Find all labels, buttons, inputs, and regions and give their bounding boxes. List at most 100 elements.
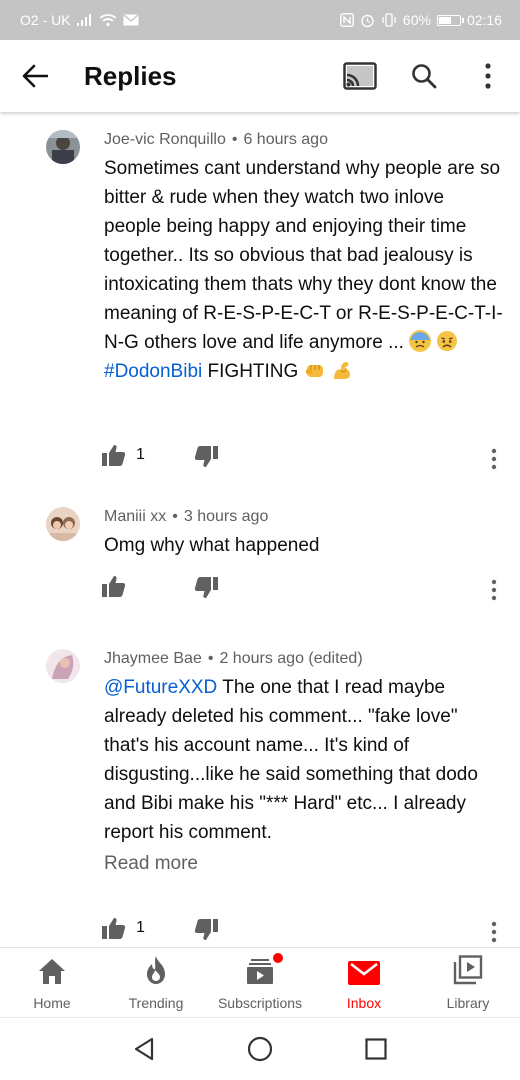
status-right: 60% 02:16 bbox=[340, 12, 502, 28]
system-home-button[interactable] bbox=[240, 1029, 280, 1069]
comment-time: 6 hours ago bbox=[243, 131, 328, 148]
system-recents-button[interactable] bbox=[356, 1029, 396, 1069]
avatar[interactable] bbox=[46, 130, 80, 164]
meta-separator: • bbox=[207, 650, 214, 667]
comment-text: Sometimes cant understand why people are… bbox=[104, 154, 504, 386]
comment-more-button[interactable] bbox=[484, 575, 504, 605]
vibrate-icon bbox=[382, 13, 396, 27]
clock: 02:16 bbox=[466, 12, 502, 28]
comment-body: Joe-vic Ronquillo • 6 hours ago Sometimes … bbox=[104, 128, 504, 386]
comment-body: Jhaymee Bae • 2 hours ago (edited) @Future… bbox=[104, 647, 504, 878]
like-button[interactable]: 1 bbox=[102, 444, 145, 466]
trending-flame-icon bbox=[147, 955, 165, 984]
back-arrow-icon bbox=[22, 64, 48, 88]
avatar-image bbox=[46, 130, 80, 164]
nav-inbox[interactable]: Inbox bbox=[312, 948, 416, 1017]
comment-body: Maniii xx • 3 hours ago Omg why what happe… bbox=[104, 505, 504, 560]
mail-notification-icon bbox=[123, 14, 139, 26]
subscriptions-icon bbox=[247, 958, 273, 984]
flexed-biceps-emoji bbox=[331, 359, 353, 381]
avatar-image bbox=[46, 507, 80, 541]
thumbs-down-icon bbox=[194, 919, 218, 940]
read-more-link[interactable]: Read more bbox=[104, 849, 504, 878]
nav-label: Trending bbox=[128, 994, 184, 1011]
avatar[interactable] bbox=[46, 507, 80, 541]
search-button[interactable] bbox=[392, 40, 456, 112]
comment-more-button[interactable] bbox=[484, 444, 504, 474]
back-button[interactable] bbox=[0, 40, 70, 112]
thumbs-down-icon bbox=[194, 446, 218, 467]
like-count: 1 bbox=[136, 446, 145, 463]
status-left: O2 - UK bbox=[20, 12, 139, 28]
inbox-mail-icon bbox=[348, 960, 380, 985]
wifi-icon bbox=[99, 13, 117, 26]
nav-icon-wrap bbox=[348, 955, 380, 985]
comment-text: @FutureXXD The one that I read maybe alr… bbox=[104, 673, 504, 847]
nav-trending[interactable]: Trending bbox=[104, 948, 208, 1017]
status-bar: O2 - UK 60% 02:16 bbox=[0, 0, 520, 40]
nav-label: Subscriptions bbox=[217, 994, 303, 1011]
comment-author[interactable]: Jhaymee Bae bbox=[104, 650, 202, 667]
nfc-icon bbox=[340, 13, 354, 27]
notification-dot bbox=[273, 952, 283, 963]
replies-list[interactable]: Joe-vic Ronquillo • 6 hours ago Sometimes … bbox=[0, 112, 520, 947]
more-vert-icon bbox=[491, 579, 497, 601]
battery-percent: 60% bbox=[402, 12, 431, 28]
system-back-button[interactable] bbox=[124, 1029, 164, 1069]
comment-time: 3 hours ago bbox=[183, 508, 269, 525]
alarm-icon bbox=[361, 14, 374, 27]
nav-library[interactable]: Library bbox=[416, 948, 520, 1017]
mention-link[interactable]: @FutureXXD bbox=[104, 677, 217, 698]
nav-label: Inbox bbox=[346, 994, 382, 1011]
nav-icon-wrap bbox=[37, 955, 67, 985]
comment-text-part: Sometimes cant understand why people are… bbox=[104, 158, 503, 353]
comment-actions bbox=[100, 575, 520, 605]
cold-sweat-face-emoji bbox=[409, 330, 432, 352]
carrier-label: O2 - UK bbox=[20, 12, 71, 28]
comment-actions: 1 bbox=[100, 917, 520, 947]
comment-more-button[interactable] bbox=[484, 917, 504, 947]
thumbs-up-icon bbox=[102, 576, 126, 597]
cast-icon bbox=[343, 62, 377, 90]
nav-subscriptions[interactable]: Subscriptions bbox=[208, 948, 312, 1017]
hashtag-link[interactable]: #DodonBibi bbox=[104, 361, 202, 382]
thumbs-down-icon bbox=[194, 577, 218, 598]
nav-home[interactable]: Home bbox=[0, 948, 104, 1017]
more-vert-icon bbox=[485, 63, 491, 89]
search-icon bbox=[412, 64, 437, 89]
bottom-nav: Home Trending Subscriptions Inbox Librar… bbox=[0, 947, 520, 1017]
page-title: Replies bbox=[84, 60, 177, 91]
nav-label: Home bbox=[33, 994, 71, 1011]
nav-label: Library bbox=[446, 994, 490, 1011]
like-button[interactable]: 1 bbox=[102, 917, 145, 939]
avatar-image bbox=[46, 649, 80, 683]
back-triangle-icon bbox=[134, 1037, 154, 1061]
signal-icon bbox=[76, 14, 91, 26]
sad-face-emoji bbox=[436, 330, 458, 352]
comment-meta: Joe-vic Ronquillo • 6 hours ago bbox=[104, 128, 504, 152]
nav-icon-wrap bbox=[453, 954, 483, 985]
like-count: 1 bbox=[136, 919, 145, 936]
home-circle-icon bbox=[247, 1036, 273, 1062]
library-icon bbox=[453, 954, 483, 984]
comment-text-part: The one that I read maybe already delete… bbox=[104, 677, 478, 843]
dislike-button[interactable] bbox=[194, 919, 218, 946]
meta-separator: • bbox=[172, 508, 178, 525]
app-bar-actions bbox=[328, 40, 520, 112]
recents-square-icon bbox=[365, 1038, 387, 1060]
fist-emoji bbox=[304, 359, 326, 381]
nav-icon-wrap bbox=[144, 955, 168, 985]
like-button[interactable] bbox=[102, 575, 136, 597]
battery-icon bbox=[436, 14, 464, 26]
meta-separator: • bbox=[231, 131, 238, 148]
cast-button[interactable] bbox=[328, 40, 392, 112]
dislike-button[interactable] bbox=[194, 577, 218, 604]
comment-text: Omg why what happened bbox=[104, 535, 320, 556]
more-options-button[interactable] bbox=[456, 40, 520, 112]
comment-time: 2 hours ago (edited) bbox=[219, 650, 363, 667]
comment-author[interactable]: Maniii xx bbox=[104, 508, 166, 525]
dislike-button[interactable] bbox=[194, 446, 218, 473]
comment-author[interactable]: Joe-vic Ronquillo bbox=[104, 131, 226, 148]
avatar[interactable] bbox=[46, 649, 80, 683]
thumbs-up-icon bbox=[102, 445, 126, 466]
